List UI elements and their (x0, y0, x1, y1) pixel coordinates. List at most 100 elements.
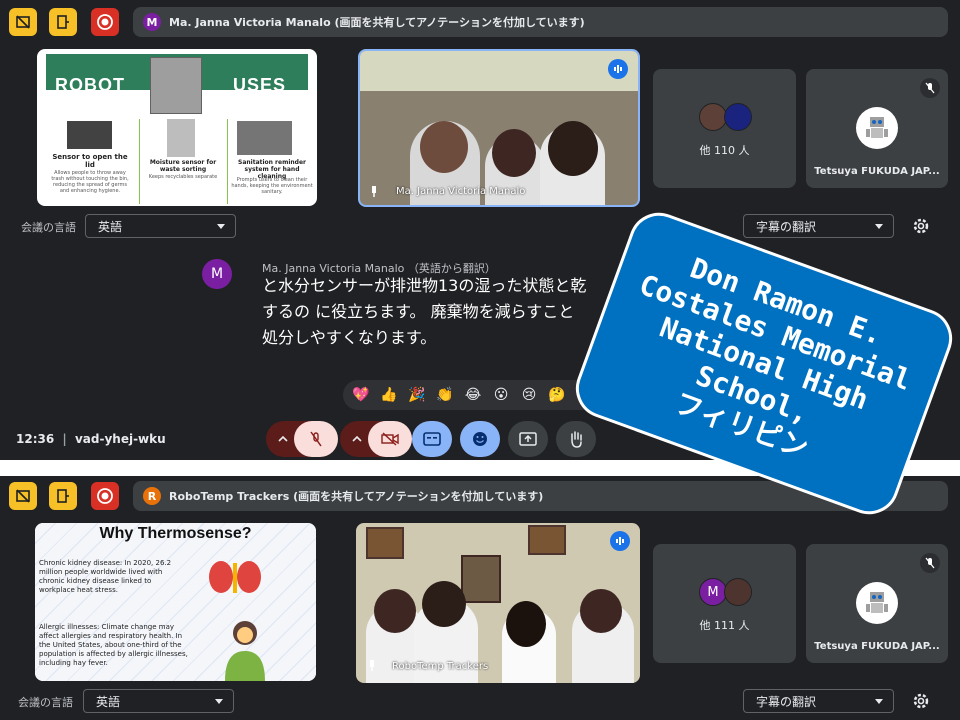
tool-button-1[interactable] (9, 482, 37, 510)
exit-icon (57, 15, 69, 29)
student-head-3 (506, 601, 546, 647)
reaction-sparkling-heart[interactable]: 💖 (347, 387, 375, 403)
robot-icon (866, 592, 888, 613)
record-button[interactable] (91, 8, 119, 36)
presenter-banner-text: RoboTemp Trackers (画面を共有してアノテーションを付加していま… (169, 490, 544, 503)
meeting-language-label: 会議の言語 (18, 696, 73, 709)
muted-indicator (920, 553, 940, 573)
presenter-banner-text: Ma. Janna Victoria Manalo (画面を共有してアノテーショ… (169, 16, 585, 29)
chevron-up-icon[interactable] (352, 434, 362, 444)
student-head-3 (548, 121, 598, 176)
others-tile[interactable]: 他 110 人 (653, 69, 796, 188)
shared-slide-tile[interactable]: Why Thermosense? Chronic kidney disease:… (35, 523, 316, 681)
chevron-down-icon (217, 224, 225, 229)
meeting-language-label: 会議の言語 (21, 221, 76, 234)
sensor-image (67, 121, 112, 149)
other-avatar-1 (699, 103, 727, 131)
caption-line-1: と水分センサーが排泄物13の湿った状態と乾 (262, 276, 587, 295)
reaction-thinking[interactable]: 🤔 (543, 387, 571, 403)
other-avatar-2 (724, 578, 752, 606)
audio-level-icon (616, 537, 624, 545)
presenter-avatar: M (143, 13, 161, 31)
slide-title-right: USES (233, 75, 287, 95)
col2-heading: Moisture sensor for waste sorting (149, 159, 217, 173)
col2-body: Keeps recyclables separate (148, 174, 218, 180)
caption-text: と水分センサーが排泄物13の湿った状態と乾 するの に役立ちます。 廃棄物を減ら… (262, 273, 586, 351)
speaking-indicator (608, 59, 628, 79)
present-button[interactable] (508, 421, 548, 457)
camera-toggle-button[interactable] (368, 421, 412, 457)
mic-off-icon (310, 431, 322, 447)
moisture-sensor-image (167, 119, 195, 157)
reaction-thumbs-up[interactable]: 👍 (375, 387, 403, 403)
student-head-1 (374, 589, 416, 633)
sneezing-person-illustration (220, 615, 270, 681)
record-button[interactable] (91, 482, 119, 510)
tool-button-1[interactable] (9, 8, 37, 36)
pin-icon (370, 660, 374, 671)
caption-translation-select[interactable]: 字幕の翻訳 (743, 689, 894, 713)
tool-button-2[interactable] (49, 8, 77, 36)
chevron-up-icon[interactable] (278, 434, 288, 444)
camera-off-icon (381, 432, 399, 446)
kidney-icon (209, 561, 261, 593)
meeting-language-value: 英語 (96, 694, 121, 709)
emoji-icon (473, 432, 487, 446)
reactions-button[interactable] (460, 421, 500, 457)
reaction-laughing[interactable]: 😂 (459, 387, 487, 403)
reaction-surprised[interactable]: 😮 (487, 387, 515, 403)
wall-frame-2 (528, 525, 566, 555)
tool-button-2[interactable] (49, 482, 77, 510)
other-avatar-1: M (699, 578, 727, 606)
slide-paragraph-2: Allergic illnesses: Climate change may a… (39, 623, 188, 667)
caption-translation-select[interactable]: 字幕の翻訳 (743, 214, 894, 238)
camera-control-group (340, 421, 412, 457)
clock-time: 12:36 (16, 432, 55, 446)
reaction-bar: 💖 👍 🎉 👏 😂 😮 😢 🤔 (343, 380, 597, 410)
record-icon (97, 488, 113, 504)
slide-title: Why Thermosense? (99, 525, 252, 542)
col3-body: Prompts users to clean their hands, keep… (231, 177, 313, 195)
student-head-2 (492, 129, 536, 177)
mic-toggle-button[interactable] (294, 421, 338, 457)
caption-translation-value: 字幕の翻訳 (756, 694, 817, 709)
meeting-language-select[interactable]: 英語 (85, 214, 236, 238)
sanitation-image (237, 121, 292, 155)
student-head-2 (422, 581, 466, 627)
reaction-crying[interactable]: 😢 (515, 387, 543, 403)
meeting-code: vad-yhej-wku (74, 432, 166, 446)
gear-icon[interactable] (912, 217, 930, 235)
gear-icon[interactable] (912, 692, 930, 710)
robot-image (150, 57, 202, 114)
muted-indicator (920, 78, 940, 98)
video-name-tag: Ma. Janna Victoria Manalo (396, 186, 526, 197)
participant-tile-tetsuya[interactable]: Tetsuya FUKUDA JAP... (806, 544, 948, 663)
divider-1 (139, 119, 140, 204)
reaction-clapping[interactable]: 👏 (431, 387, 459, 403)
captions-button[interactable] (412, 421, 452, 457)
video-tile-speaker[interactable]: RoboTemp Trackers (356, 523, 640, 683)
chevron-down-icon (215, 699, 223, 704)
mic-off-icon (925, 82, 935, 94)
raise-hand-button[interactable] (556, 421, 596, 457)
shared-slide-tile[interactable]: ROBOT USES Sensor to open the lid Allows… (37, 49, 317, 206)
annotation-off-icon (16, 489, 30, 503)
annotation-off-icon (16, 15, 30, 29)
robot-avatar (856, 107, 898, 149)
meeting-language-value: 英語 (98, 219, 123, 234)
others-tile[interactable]: M 他 111 人 (653, 544, 796, 663)
video-tile-speaker[interactable]: Ma. Janna Victoria Manalo (358, 49, 640, 207)
divider-2 (227, 119, 228, 204)
reaction-party-popper[interactable]: 🎉 (403, 387, 431, 403)
kidney-illustration (205, 553, 265, 601)
caption-line-2: するの に役立ちます。 廃棄物を減らすこと (262, 302, 575, 321)
tetsuya-name: Tetsuya FUKUDA JAP... (814, 641, 940, 652)
meeting-language-select[interactable]: 英語 (83, 689, 234, 713)
participant-tile-tetsuya[interactable]: Tetsuya FUKUDA JAP... (806, 69, 948, 188)
wall-frame-1 (366, 527, 404, 559)
mic-off-icon (925, 557, 935, 569)
record-icon (97, 14, 113, 30)
robot-icon (866, 117, 888, 138)
present-screen-icon (519, 432, 537, 446)
others-count: 他 111 人 (699, 619, 750, 632)
